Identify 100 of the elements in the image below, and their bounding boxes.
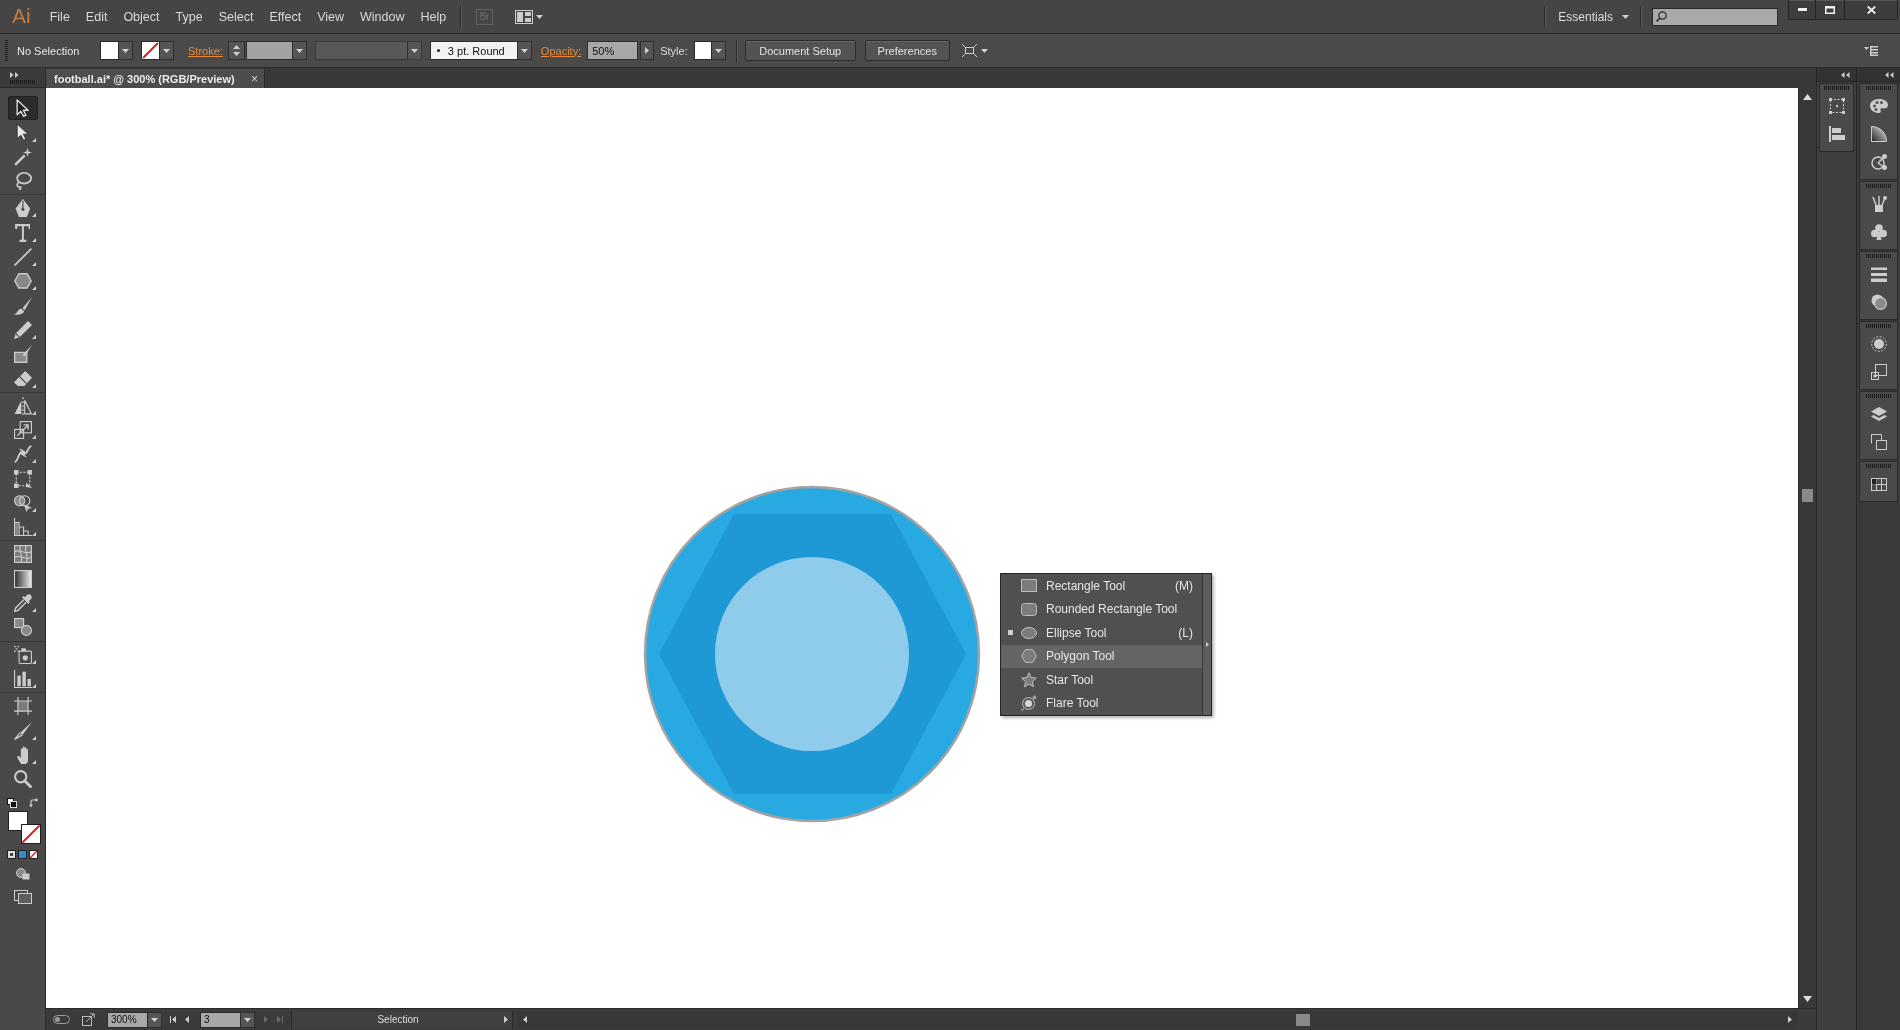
brush-field[interactable]: 3 pt. Round — [429, 41, 532, 60]
swap-arrows-icon[interactable] — [28, 798, 39, 809]
collapse-arrows-icon[interactable] — [1841, 71, 1850, 78]
tool-button[interactable] — [7, 96, 38, 121]
overlapping-circles-icon[interactable] — [1870, 294, 1887, 310]
draw-mode-icon[interactable] — [15, 868, 30, 881]
export-icon[interactable] — [82, 1013, 95, 1026]
collapse-arrows-icon[interactable] — [1885, 71, 1894, 78]
vertical-scrollbar[interactable] — [1798, 88, 1816, 1008]
fill-swatch[interactable] — [100, 41, 119, 60]
scroll-up-icon[interactable] — [1803, 94, 1812, 100]
menu-bar-item[interactable]: Window — [352, 5, 413, 28]
arrange-documents-button[interactable] — [515, 9, 544, 24]
grip-icon — [1865, 254, 1892, 258]
opacity-field[interactable]: 50% — [587, 41, 639, 60]
menu-item[interactable]: Ellipse Tool (L) — [1001, 621, 1202, 645]
caret-icon — [163, 48, 170, 53]
scroll-left-icon[interactable] — [523, 1016, 527, 1023]
zoom-field[interactable]: 300% — [107, 1011, 148, 1028]
align-left-icon[interactable] — [1828, 126, 1845, 142]
none-swatch-icon[interactable] — [29, 850, 38, 860]
menu-bar-item[interactable]: Select — [210, 5, 262, 28]
menu-bar-item[interactable]: View — [309, 5, 352, 28]
menu-item[interactable]: Rectangle Tool (M) — [1001, 574, 1202, 598]
palette-icon[interactable] — [1869, 99, 1888, 113]
layout-grid-icon — [515, 9, 534, 24]
stepped-grid-icon — [13, 518, 32, 537]
expand-arrows-icon[interactable] — [10, 72, 19, 78]
document-tab[interactable]: football.ai* @ 300% (RGB/Preview) × — [46, 69, 265, 88]
toggle-icon[interactable] — [53, 1015, 70, 1024]
scroll-down-icon[interactable] — [1803, 996, 1812, 1002]
dropdown-button[interactable] — [119, 41, 133, 60]
close-tab-button[interactable]: × — [251, 71, 258, 86]
menu-item[interactable]: Star Tool — [1001, 668, 1202, 692]
stroke-weight-field[interactable] — [245, 41, 293, 60]
maximize-button[interactable] — [1816, 0, 1844, 19]
panel-menu-icon[interactable] — [1864, 45, 1878, 56]
scroll-thumb[interactable] — [1296, 1013, 1310, 1026]
workspace-switcher[interactable]: Essentials — [1558, 9, 1629, 24]
minimize-button[interactable] — [1789, 0, 1815, 19]
dropdown-button[interactable] — [160, 41, 174, 60]
horizontal-lines-icon[interactable] — [1870, 266, 1887, 282]
swatch-grid-icon[interactable] — [1870, 477, 1887, 491]
scroll-right-icon[interactable] — [1788, 1016, 1792, 1023]
solid-color-icon[interactable] — [7, 850, 16, 860]
style-swatch[interactable] — [693, 41, 712, 60]
menu-bar-item[interactable]: File — [41, 5, 78, 28]
dashed-square-icon[interactable] — [1828, 98, 1845, 114]
screen-mode-icon[interactable] — [13, 890, 32, 905]
search-icon — [1656, 11, 1667, 22]
layers-icon[interactable] — [1870, 407, 1887, 421]
menu-item[interactable]: Flare Tool — [1001, 691, 1202, 715]
mesh-icon — [13, 545, 32, 564]
opacity-panel-link[interactable]: Opacity: — [540, 44, 582, 57]
menu-bar-item[interactable]: Help — [412, 5, 455, 28]
control-bar-button[interactable]: Document Setup — [744, 40, 856, 61]
caret-icon — [536, 14, 544, 19]
nested-squares-icon[interactable] — [1870, 364, 1887, 380]
artboard-icon — [13, 697, 32, 716]
status-menu[interactable]: Selection — [291, 1010, 513, 1029]
first-page-icon[interactable] — [170, 1016, 176, 1023]
menu-bar-item[interactable]: Edit — [77, 5, 116, 28]
grip-icon — [5, 39, 8, 62]
flare-icon — [1021, 695, 1037, 712]
free-transform-icon — [13, 469, 32, 488]
overlapping-rectangles-icon[interactable] — [1870, 434, 1887, 450]
default-colors-icon[interactable] — [6, 798, 17, 809]
brushes-cup-icon[interactable] — [1870, 196, 1887, 212]
dotted-circle-icon[interactable] — [1870, 336, 1887, 352]
shape-builder-icon — [13, 493, 32, 512]
control-bar-button[interactable]: Preferences — [864, 40, 950, 61]
share-nodes-icon[interactable] — [1870, 154, 1887, 170]
close-window-button[interactable] — [1845, 0, 1897, 19]
caret-icon — [410, 48, 418, 53]
gradient-swatch-icon[interactable] — [18, 850, 27, 860]
opacity-slider-button[interactable] — [640, 41, 655, 60]
square-arrows-icon — [961, 44, 977, 57]
fill-swatch[interactable] — [7, 811, 28, 832]
menu-item[interactable]: Rounded Rectangle Tool — [1001, 597, 1202, 621]
caret-icon — [714, 48, 722, 53]
isolate-options-button[interactable] — [961, 44, 988, 57]
stroke-swatch[interactable] — [20, 824, 41, 845]
search-field[interactable] — [1652, 7, 1778, 26]
previous-page-icon[interactable] — [184, 1016, 190, 1023]
right-triangle-icon — [504, 1016, 508, 1023]
scroll-thumb[interactable] — [1802, 489, 1813, 502]
menu-item[interactable]: Polygon Tool — [1001, 644, 1202, 668]
menu-bar-item[interactable]: Type — [167, 5, 211, 28]
menu-bar-item[interactable]: Object — [115, 5, 168, 28]
dropdown-button[interactable] — [148, 1011, 162, 1028]
stroke-weight-stepper[interactable] — [227, 41, 245, 60]
stroke-panel-link[interactable]: Stroke: — [188, 44, 223, 57]
caret-icon — [151, 1017, 158, 1022]
dropdown-button[interactable] — [241, 1011, 255, 1028]
artboard-number-field[interactable]: 3 — [200, 1011, 241, 1028]
dropdown-button[interactable] — [516, 42, 531, 59]
stroke-swatch[interactable] — [141, 41, 160, 60]
zoom-icon — [13, 770, 32, 789]
menu-bar-item[interactable]: Effect — [261, 5, 310, 28]
club-icon[interactable] — [1870, 224, 1887, 240]
